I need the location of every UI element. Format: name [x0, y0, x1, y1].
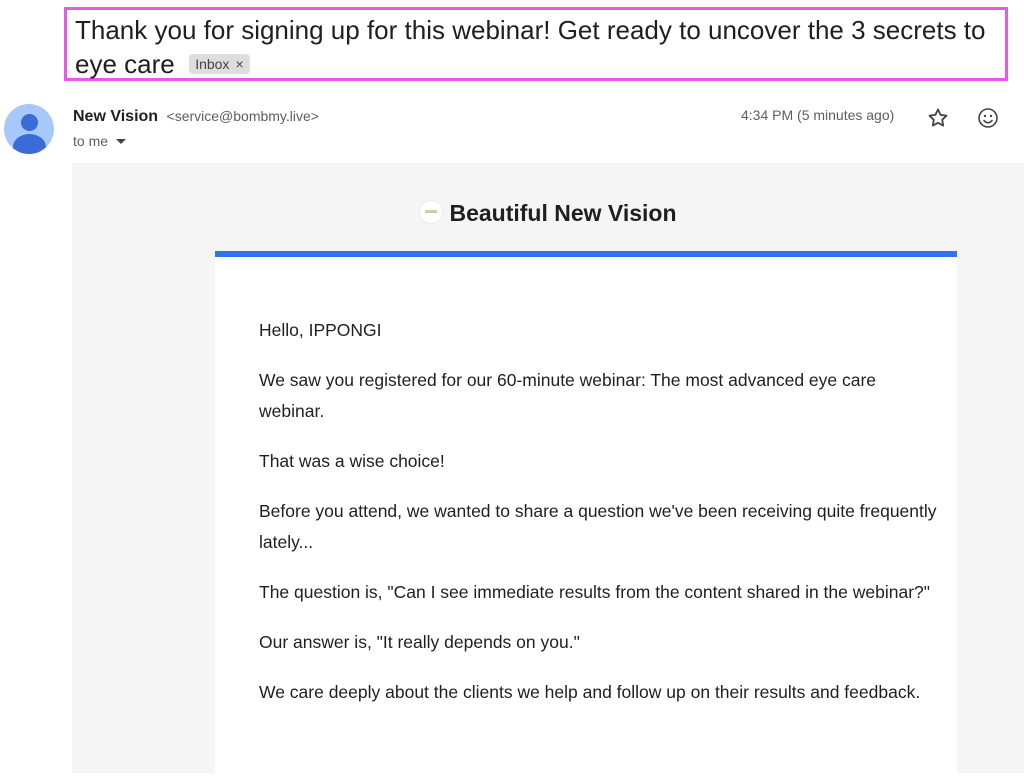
email-body: Beautiful New Vision Hello, IPPONGI We s… [72, 163, 1024, 777]
user-avatar-icon[interactable] [4, 104, 54, 154]
subject-highlight: Thank you for signing up for this webina… [64, 7, 1008, 81]
emoji-react-icon[interactable] [976, 106, 1000, 130]
paragraph: Our answer is, "It really depends on you… [259, 632, 580, 652]
sender-line: New Vision <service@bombmy.live> [73, 106, 319, 127]
recipient-details-toggle[interactable]: to me [73, 133, 127, 149]
email-timestamp: 4:34 PM (5 minutes ago) [741, 107, 895, 123]
paragraph: We saw you registered for our 60-minute … [259, 370, 877, 421]
paragraph: That was a wise choice! [259, 451, 445, 471]
brand-name: Beautiful New Vision [449, 200, 677, 226]
chevron-down-icon[interactable] [116, 139, 127, 144]
paragraph-greeting: Hello, IPPONGI [259, 320, 382, 340]
paragraph: The question is, "Can I see immediate re… [259, 582, 930, 602]
star-icon[interactable] [926, 106, 950, 130]
sender-email: <service@bombmy.live> [166, 108, 319, 124]
brand-header: Beautiful New Vision [72, 200, 1024, 227]
inbox-label-chip[interactable]: Inbox × [189, 54, 250, 74]
avatar-head [21, 114, 38, 131]
brand-logo [419, 200, 444, 224]
message-card: Hello, IPPONGI We saw you registered for… [215, 257, 957, 777]
sender-name[interactable]: New Vision [73, 108, 158, 125]
paragraph: We care deeply about the clients we help… [259, 682, 921, 702]
recipient-label: to me [73, 133, 109, 149]
message-content: Hello, IPPONGI We saw you registered for… [259, 315, 939, 727]
inbox-label-text: Inbox [195, 56, 230, 72]
paragraph: Before you attend, we wanted to share a … [259, 501, 937, 552]
avatar-body [13, 134, 46, 154]
remove-label-icon[interactable]: × [235, 56, 243, 72]
